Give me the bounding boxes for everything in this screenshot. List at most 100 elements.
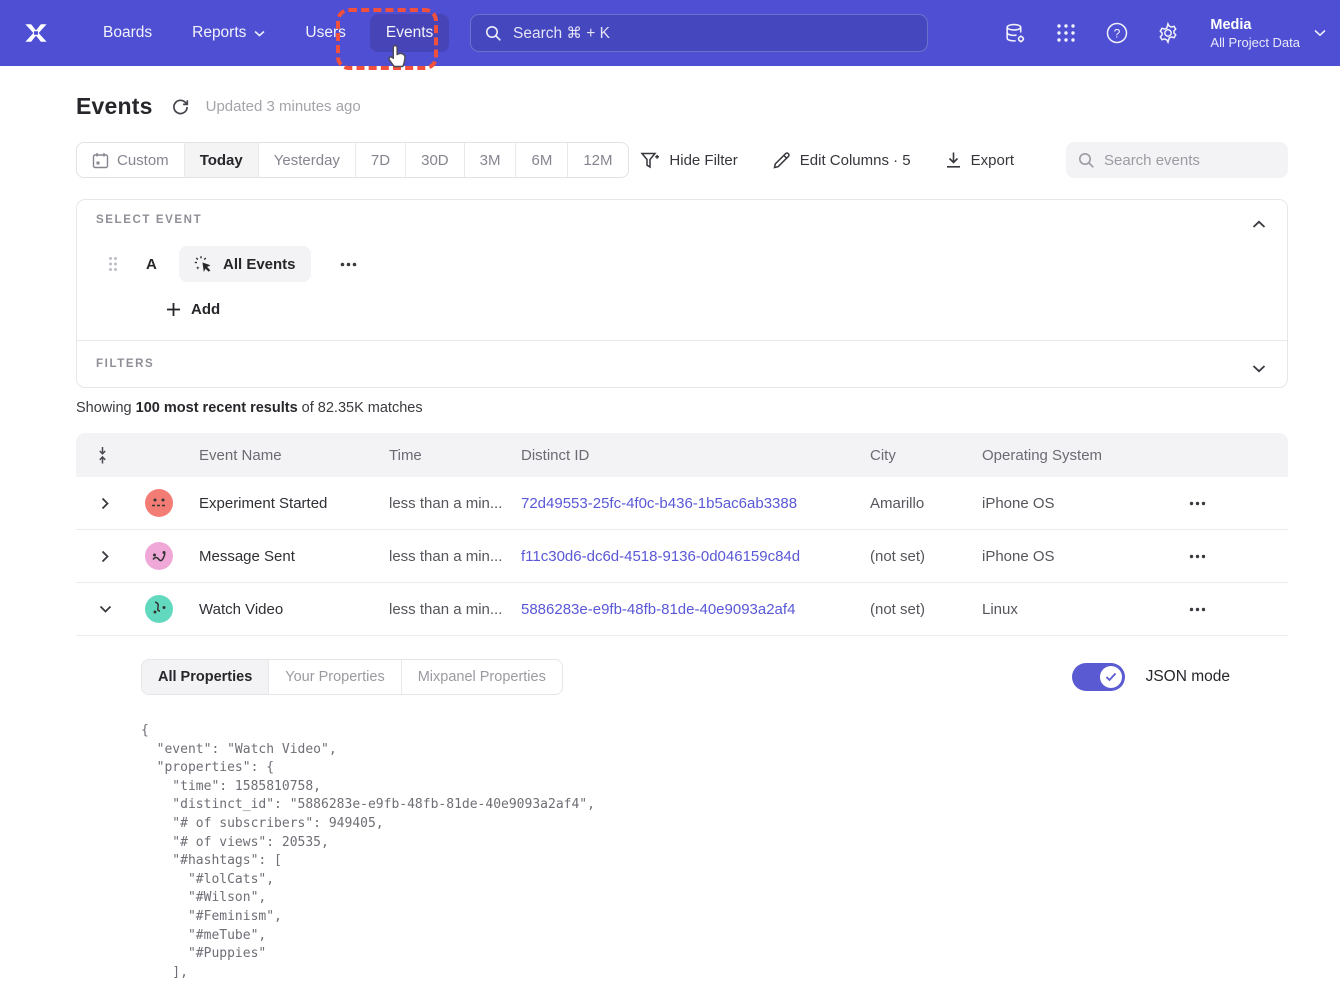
table-row-expanded: Watch Video less than a min... 5886283e-… [76, 583, 1288, 636]
search-events-placeholder: Search events [1104, 152, 1200, 169]
tab-all-properties[interactable]: All Properties [142, 660, 268, 694]
global-search-placeholder: Search ⌘ + K [513, 24, 610, 43]
global-search-input[interactable]: Search ⌘ + K [470, 14, 928, 52]
data-management-icon[interactable] [1002, 20, 1028, 46]
range-6m[interactable]: 6M [515, 143, 567, 177]
json-mode-toggle[interactable] [1072, 663, 1125, 691]
nav-item-events[interactable]: Events [370, 14, 449, 52]
results-suffix: of 82.35K matches [298, 400, 423, 416]
range-custom[interactable]: Custom [77, 143, 184, 177]
cell-time: less than a min... [374, 495, 506, 512]
range-7d[interactable]: 7D [355, 143, 405, 177]
results-count: 100 most recent results [136, 400, 298, 416]
nav-menu: Boards Reports Users Events [87, 14, 449, 52]
hide-filter-button[interactable]: Hide Filter [640, 151, 737, 170]
hide-filter-label: Hide Filter [669, 152, 737, 169]
expand-row-icon[interactable] [95, 491, 115, 516]
nav-item-users[interactable]: Users [289, 14, 361, 52]
distinct-id-link[interactable]: 5886283e-e9fb-48fb-81de-40e9093a2af4 [521, 601, 795, 618]
filters-section[interactable]: FILTERS [77, 341, 1287, 387]
collapse-row-icon[interactable] [93, 599, 118, 619]
table-row: Experiment Started less than a min... 72… [76, 477, 1288, 530]
row-more-icon[interactable] [1167, 501, 1206, 506]
event-more-icon[interactable] [334, 256, 363, 273]
page-title: Events [76, 93, 153, 120]
cell-os: iPhone OS [967, 495, 1167, 512]
select-event-label: SELECT EVENT [96, 214, 1268, 226]
events-page: Events Updated 3 minutes ago Custom Toda… [0, 66, 1340, 974]
sparkle-cursor-icon [194, 255, 213, 274]
range-label: Yesterday [274, 152, 340, 169]
row-more-icon[interactable] [1167, 554, 1206, 559]
cell-os: iPhone OS [967, 548, 1167, 565]
col-header-time[interactable]: Time [374, 447, 506, 464]
nav-right-cluster: ? Media All Project Data [1002, 0, 1326, 66]
drag-handle-icon[interactable] [108, 256, 122, 272]
event-selector-pill[interactable]: All Events [179, 246, 311, 282]
col-header-os[interactable]: Operating System [967, 447, 1167, 464]
range-3m[interactable]: 3M [464, 143, 516, 177]
plus-icon [166, 302, 181, 317]
help-icon[interactable]: ? [1104, 20, 1130, 46]
cell-time: less than a min... [374, 601, 506, 618]
range-12m[interactable]: 12M [567, 143, 627, 177]
project-name: Media [1210, 16, 1300, 36]
distinct-id-link[interactable]: 72d49553-25fc-4f0c-b436-1b5ac6ab3388 [521, 495, 797, 512]
export-button[interactable]: Export [945, 151, 1014, 169]
add-event-button[interactable]: Add [166, 301, 220, 318]
range-label: 7D [371, 152, 390, 169]
settings-gear-icon[interactable] [1155, 20, 1181, 46]
project-scope: All Project Data [1210, 35, 1300, 50]
date-range-control: Custom Today Yesterday 7D 30D 3M 6M 12M [76, 142, 629, 178]
cell-event-name: Message Sent [184, 548, 374, 565]
toggle-knob [1100, 666, 1122, 688]
nav-item-boards[interactable]: Boards [87, 14, 168, 52]
range-label: 3M [480, 152, 501, 169]
filters-label: FILTERS [96, 358, 154, 370]
toolbar: Custom Today Yesterday 7D 30D 3M 6M 12M … [76, 142, 1288, 178]
cell-city: (not set) [855, 601, 967, 618]
event-detail-panel: All Properties Your Properties Mixpanel … [76, 636, 1288, 982]
event-avatar [145, 595, 173, 623]
mixpanel-logo[interactable] [19, 16, 53, 50]
collapse-section-icon[interactable] [1251, 216, 1267, 232]
add-label: Add [191, 301, 220, 318]
nav-item-label: Events [386, 24, 433, 42]
sort-icon[interactable] [98, 446, 113, 465]
edit-columns-label: Edit Columns · 5 [800, 152, 911, 169]
tab-mixpanel-properties[interactable]: Mixpanel Properties [401, 660, 562, 694]
refresh-icon[interactable] [171, 97, 191, 117]
cell-city: (not set) [855, 548, 967, 565]
range-yesterday[interactable]: Yesterday [258, 143, 355, 177]
cell-distinct-id: 72d49553-25fc-4f0c-b436-1b5ac6ab3388 [506, 495, 855, 512]
expand-filters-icon[interactable] [1251, 360, 1267, 376]
apps-grid-icon[interactable] [1053, 20, 1079, 46]
tab-your-properties[interactable]: Your Properties [268, 660, 400, 694]
select-event-section: SELECT EVENT A [77, 200, 1287, 340]
distinct-id-link[interactable]: f11c30d6-dc6d-4518-9136-0d046159c84d [521, 548, 800, 565]
col-header-city[interactable]: City [855, 447, 967, 464]
range-label: 6M [531, 152, 552, 169]
nav-item-reports[interactable]: Reports [176, 14, 281, 52]
edit-columns-button[interactable]: Edit Columns · 5 [772, 151, 911, 170]
range-30d[interactable]: 30D [405, 143, 464, 177]
nav-item-label: Reports [192, 24, 246, 42]
project-selector[interactable]: Media All Project Data [1210, 16, 1326, 51]
chevron-down-icon [254, 30, 265, 37]
export-label: Export [971, 152, 1014, 169]
event-json-viewer[interactable]: { "event": "Watch Video", "properties": … [141, 722, 1264, 982]
calendar-icon [92, 152, 109, 169]
col-header-distinct-id[interactable]: Distinct ID [506, 447, 855, 464]
expand-row-icon[interactable] [95, 544, 115, 569]
cell-city: Amarillo [855, 495, 967, 512]
range-label: Today [200, 152, 243, 169]
results-prefix: Showing [76, 400, 136, 416]
step-letter: A [146, 256, 160, 273]
svg-text:?: ? [1114, 26, 1121, 40]
cell-time: less than a min... [374, 548, 506, 565]
top-nav: Boards Reports Users Events Search ⌘ + K [0, 0, 1340, 66]
row-more-icon[interactable] [1167, 607, 1206, 612]
range-today[interactable]: Today [184, 143, 258, 177]
col-header-event-name[interactable]: Event Name [184, 447, 374, 464]
search-events-input[interactable]: Search events [1066, 142, 1288, 178]
